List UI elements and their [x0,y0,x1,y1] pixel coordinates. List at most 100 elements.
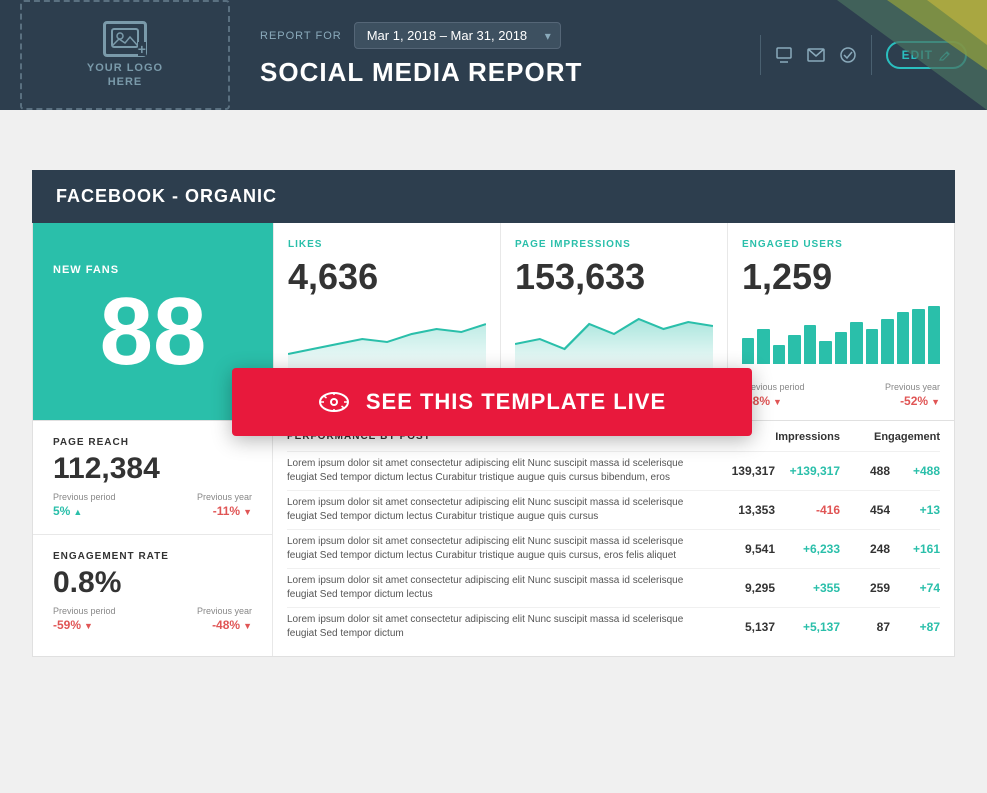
logo-text-line2: HERE [108,76,143,88]
logo-placeholder-icon [103,21,147,57]
perf-engagement: 488 [840,464,890,478]
perf-impressions: 9,295 [715,581,775,595]
perf-imp-delta: +355 [775,581,840,595]
performance-row: Lorem ipsum dolor sit amet consectetur a… [287,451,940,490]
perf-impressions: 5,137 [715,620,775,634]
er-prev-year-value: -48% [212,618,252,632]
edit-label: EDIT [902,48,933,62]
header-icons: EDIT [760,35,987,75]
perf-imp-delta: +5,137 [775,620,840,634]
performance-row: Lorem ipsum dolor sit amet consectetur a… [287,529,940,568]
perf-imp-delta: -416 [775,503,840,517]
bar [773,345,785,364]
page-reach-footer: Previous period 5% Previous year -11% [53,492,252,518]
engaged-users-chart [742,304,940,374]
bar [835,332,847,364]
page-impressions-chart [515,304,713,374]
section-header: FACEBOOK - ORGANIC [32,170,955,223]
engagement-rate-label: ENGAGEMENT RATE [53,551,252,562]
pr-prev-period-value: 5% [53,504,82,518]
perf-engagement: 454 [840,503,890,517]
perf-eng-delta: +87 [890,620,940,634]
engaged-users-col: ENGAGED USERS 1,259 Previous period -58%… [727,223,954,420]
page-reach-value: 112,384 [53,452,252,486]
performance-row: Lorem ipsum dolor sit amet consectetur a… [287,607,940,646]
arrow-up-icon4 [73,504,82,518]
header: YOUR LOGO HERE REPORT FOR Mar 1, 2018 – … [0,0,987,110]
report-title: SOCIAL MEDIA REPORT [260,57,760,88]
engaged-users-label: ENGAGED USERS [742,239,940,250]
perf-eng-delta: +74 [890,581,940,595]
eu-prev-year-value: -52% [900,394,940,408]
perf-desc: Lorem ipsum dolor sit amet consectetur a… [287,574,715,602]
bar [757,329,769,364]
check-circle-icon[interactable] [839,46,857,64]
performance-row: Lorem ipsum dolor sit amet consectetur a… [287,490,940,529]
bar [819,341,831,364]
bar [881,319,893,364]
bar [804,325,816,364]
logo-text-line1: YOUR LOGO [87,62,163,74]
edit-button[interactable]: EDIT [886,41,967,69]
arrow-down-icon6 [243,618,252,632]
engaged-users-value: 1,259 [742,256,940,298]
engagement-rate-value: 0.8% [53,566,252,600]
new-fans-label: NEW FANS [53,264,119,276]
new-fans-value: 88 [100,284,207,380]
download-icon[interactable] [775,46,793,64]
perf-impressions: 13,353 [715,503,775,517]
header-middle: REPORT FOR Mar 1, 2018 – Mar 31, 2018 ▾ … [250,22,760,88]
bar [742,338,754,364]
er-prev-period-value: -59% [53,618,93,632]
bar [850,322,862,364]
perf-eng-delta: +13 [890,503,940,517]
spacer [0,110,987,170]
bar [866,329,878,364]
perf-imp-delta: +6,233 [775,542,840,556]
engagement-rate-footer: Previous period -59% Previous year -48% [53,606,252,632]
perf-engagement: 259 [840,581,890,595]
perf-desc: Lorem ipsum dolor sit amet consectetur a… [287,613,715,641]
divider2 [871,35,872,75]
pr-prev-period-label: Previous period [53,492,116,502]
likes-chart [288,304,486,374]
bar [788,335,800,364]
see-template-banner[interactable]: SEE THIS TEMPLATE LIVE [232,368,752,436]
arrow-down-icon3 [931,394,940,408]
date-range-dropdown[interactable]: Mar 1, 2018 – Mar 31, 2018 ▾ [354,22,561,49]
divider [760,35,761,75]
eye-icon [318,391,350,413]
perf-desc: Lorem ipsum dolor sit amet consectetur a… [287,535,715,563]
eu-prev-year-label: Previous year [885,382,940,392]
perf-desc: Lorem ipsum dolor sit amet consectetur a… [287,457,715,485]
performance-row: Lorem ipsum dolor sit amet consectetur a… [287,568,940,607]
date-range-select[interactable]: Mar 1, 2018 – Mar 31, 2018 [354,22,561,49]
col-engagement-header: Engagement [840,431,940,443]
perf-imp-delta: +139,317 [775,464,840,478]
see-template-text: SEE THIS TEMPLATE LIVE [366,389,666,415]
likes-value: 4,636 [288,256,486,298]
bar [897,312,909,364]
pr-prev-year-label: Previous year [197,492,252,502]
engagement-rate-box: ENGAGEMENT RATE 0.8% Previous period -59… [33,535,272,648]
arrow-down-icon4 [243,504,252,518]
er-prev-period-label: Previous period [53,606,116,616]
page-impressions-label: PAGE IMPRESSIONS [515,239,713,250]
er-prev-year-label: Previous year [197,606,252,616]
perf-engagement: 87 [840,620,890,634]
perf-engagement: 248 [840,542,890,556]
bar [928,306,940,364]
performance-table: PERFORMANCE BY POST Impressions Engageme… [273,421,954,656]
performance-rows: Lorem ipsum dolor sit amet consectetur a… [287,451,940,646]
logo-area: YOUR LOGO HERE [20,0,230,110]
page-reach-label: PAGE REACH [53,437,252,448]
email-icon[interactable] [807,48,825,62]
likes-label: LIKES [288,239,486,250]
perf-eng-delta: +161 [890,542,940,556]
engaged-users-footer: Previous period -58% Previous year -52% [742,382,940,408]
perf-impressions: 139,317 [715,464,775,478]
bar [912,309,924,364]
bottom-row: PAGE REACH 112,384 Previous period 5% Pr… [32,421,955,657]
perf-impressions: 9,541 [715,542,775,556]
perf-eng-delta: +488 [890,464,940,478]
